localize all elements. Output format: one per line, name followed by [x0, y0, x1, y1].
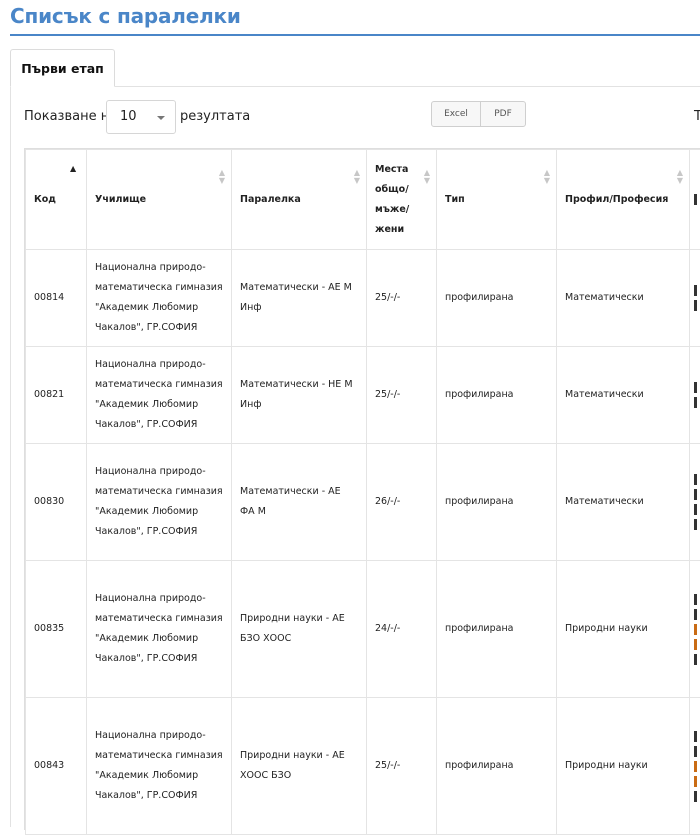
page-length-select[interactable]: 10 — [106, 100, 176, 134]
cell-truncated — [690, 561, 700, 698]
truncated-content — [694, 474, 697, 485]
truncated-content — [694, 639, 697, 650]
truncated-content — [694, 382, 697, 393]
cell-places: 26/-/- — [367, 444, 437, 561]
page-length-suffix: резултата — [180, 109, 250, 124]
truncated-content — [694, 194, 697, 205]
search-label: Т — [694, 109, 700, 124]
cell-class: Математически - НЕ М Инф — [232, 347, 367, 444]
cell-type: профилирана — [437, 561, 557, 698]
pdf-button[interactable]: PDF — [480, 102, 525, 126]
table-row[interactable]: 00843 Национална природо-математическа г… — [26, 698, 700, 835]
cell-class: Природни науки - АЕ ХООС БЗО — [232, 698, 367, 835]
truncated-content — [694, 300, 697, 311]
truncated-content — [694, 285, 697, 296]
cell-code: 00835 — [26, 561, 87, 698]
cell-class: Математически - АЕ ФА М — [232, 444, 367, 561]
column-header-profile[interactable]: ▲▼ Профил/Професия — [557, 150, 690, 250]
table-row[interactable]: 00814 Национална природо-математическа г… — [26, 250, 700, 347]
truncated-content — [694, 791, 697, 802]
table-header-row: ▲ Код ▲▼ Училище ▲▼ Паралелка ▲▼ Места о… — [26, 150, 700, 250]
truncated-content — [694, 397, 697, 408]
table-row[interactable]: 00821 Национална природо-математическа г… — [26, 347, 700, 444]
truncated-content — [694, 504, 697, 515]
cell-profile: Математически — [557, 347, 690, 444]
truncated-content — [694, 519, 697, 530]
cell-class: Природни науки - АЕ БЗО ХООС — [232, 561, 367, 698]
cell-type: профилирана — [437, 250, 557, 347]
cell-places: 24/-/- — [367, 561, 437, 698]
page-length-label: Показване на — [24, 109, 117, 124]
truncated-content — [694, 609, 697, 620]
column-header-label: Код — [34, 194, 56, 205]
cell-type: профилирана — [437, 444, 557, 561]
sort-icon: ▲▼ — [424, 169, 430, 185]
cell-school: Национална природо-математическа гимнази… — [87, 444, 232, 561]
truncated-content — [694, 489, 697, 500]
sort-icon: ▲▼ — [219, 169, 225, 185]
cell-school: Национална природо-математическа гимнази… — [87, 561, 232, 698]
cell-code: 00821 — [26, 347, 87, 444]
cell-profile: Математически — [557, 444, 690, 561]
truncated-content — [694, 761, 697, 772]
sort-icon: ▲▼ — [354, 169, 360, 185]
page-title: Списък с паралелки — [10, 4, 241, 28]
cell-places: 25/-/- — [367, 698, 437, 835]
column-header-places[interactable]: ▲▼ Места общо/ мъже/ жени — [367, 150, 437, 250]
page-length-value: 10 — [120, 109, 137, 124]
cell-profile: Математически — [557, 250, 690, 347]
cell-type: профилирана — [437, 698, 557, 835]
cell-places: 25/-/- — [367, 347, 437, 444]
cell-code: 00830 — [26, 444, 87, 561]
cell-profile: Природни науки — [557, 561, 690, 698]
column-header-label: Паралелка — [240, 194, 301, 205]
cell-school: Национална природо-математическа гимнази… — [87, 698, 232, 835]
sort-asc-icon: ▲ — [70, 165, 76, 173]
cell-class: Математически - АЕ М Инф — [232, 250, 367, 347]
truncated-content — [694, 654, 697, 665]
table-row[interactable]: 00830 Национална природо-математическа г… — [26, 444, 700, 561]
cell-truncated — [690, 444, 700, 561]
cell-code: 00843 — [26, 698, 87, 835]
column-header-class[interactable]: ▲▼ Паралелка — [232, 150, 367, 250]
sort-icon: ▲▼ — [544, 169, 550, 185]
column-header-label: Профил/Професия — [565, 194, 668, 205]
cell-truncated — [690, 698, 700, 835]
column-header-label: Тип — [445, 194, 465, 205]
tab-first-stage[interactable]: Първи етап — [10, 49, 115, 87]
column-header-label: Училище — [95, 194, 146, 205]
cell-code: 00814 — [26, 250, 87, 347]
cell-profile: Природни науки — [557, 698, 690, 835]
cell-school: Национална природо-математическа гимнази… — [87, 347, 232, 444]
cell-truncated — [690, 250, 700, 347]
truncated-content — [694, 624, 697, 635]
column-header-label: Места общо/ мъже/ жени — [375, 164, 409, 235]
column-header-code[interactable]: ▲ Код — [26, 150, 87, 250]
cell-type: профилирана — [437, 347, 557, 444]
column-header-school[interactable]: ▲▼ Училище — [87, 150, 232, 250]
truncated-content — [694, 594, 697, 605]
truncated-content — [694, 746, 697, 757]
table-row[interactable]: 00835 Национална природо-математическа г… — [26, 561, 700, 698]
truncated-content — [694, 776, 697, 787]
excel-button[interactable]: Excel — [432, 102, 480, 126]
chevron-down-icon — [157, 116, 165, 120]
cell-school: Национална природо-математическа гимнази… — [87, 250, 232, 347]
export-buttons: Excel PDF — [431, 101, 526, 127]
classes-table: ▲ Код ▲▼ Училище ▲▼ Паралелка ▲▼ Места о… — [24, 148, 700, 830]
title-divider — [10, 34, 700, 36]
cell-places: 25/-/- — [367, 250, 437, 347]
column-header-type[interactable]: ▲▼ Тип — [437, 150, 557, 250]
truncated-content — [694, 731, 697, 742]
sort-icon: ▲▼ — [677, 169, 683, 185]
column-header-truncated — [690, 150, 700, 250]
cell-truncated — [690, 347, 700, 444]
